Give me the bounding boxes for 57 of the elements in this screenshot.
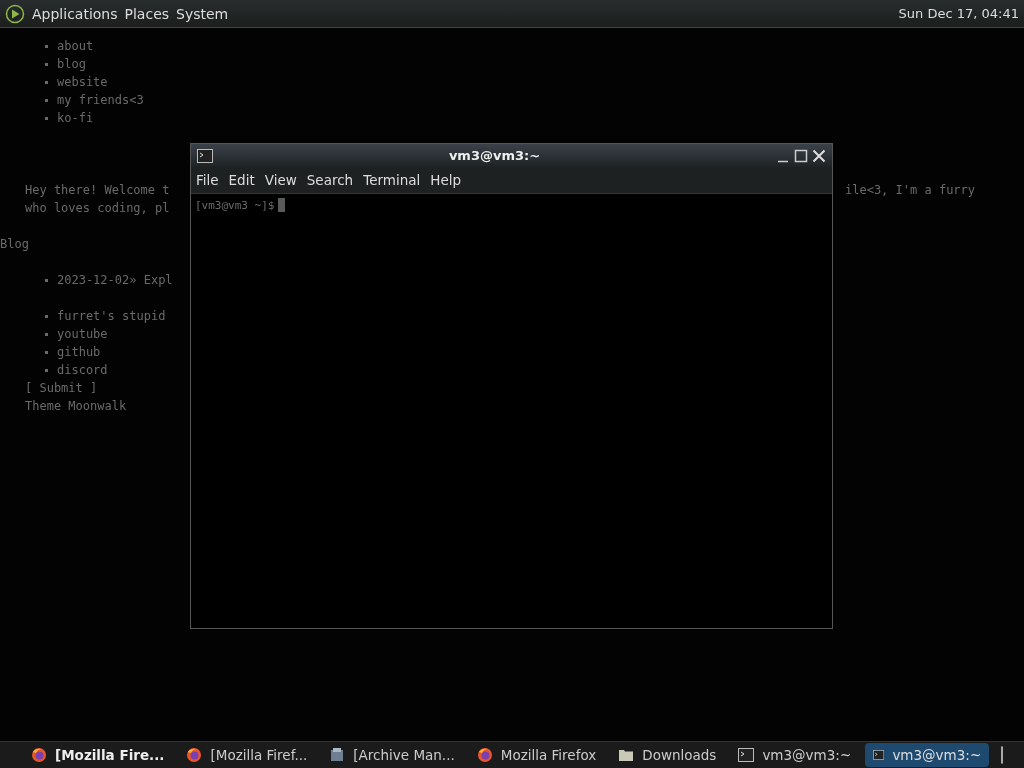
link-text[interactable]: discord bbox=[57, 361, 108, 379]
maximize-icon[interactable] bbox=[794, 148, 808, 163]
text-cursor bbox=[278, 198, 286, 212]
bullet-icon bbox=[45, 314, 48, 318]
post-title[interactable]: 2023-12-02» Expl bbox=[57, 271, 173, 289]
bullet-icon bbox=[45, 278, 48, 282]
section-heading: Blog bbox=[0, 236, 29, 253]
menu-item[interactable]: Help bbox=[430, 172, 462, 188]
link-text[interactable]: furret's stupid bbox=[57, 307, 166, 325]
taskbar-button[interactable]: vm3@vm3:~ bbox=[730, 743, 860, 767]
bullet-icon bbox=[45, 116, 48, 120]
menu-item[interactable]: Edit bbox=[228, 172, 255, 188]
link-text[interactable]: github bbox=[57, 343, 101, 361]
bullet-icon bbox=[45, 80, 48, 84]
globe-icon bbox=[31, 747, 47, 763]
folder-icon bbox=[618, 747, 635, 763]
close-icon[interactable] bbox=[812, 148, 826, 163]
terminal-icon bbox=[197, 148, 213, 163]
link-text[interactable]: website bbox=[57, 73, 108, 91]
bullet-icon bbox=[45, 350, 48, 354]
bullet-icon bbox=[45, 98, 48, 102]
link-text[interactable]: my friends<3 bbox=[57, 91, 144, 109]
taskbar-button[interactable]: [Mozilla Firef... bbox=[178, 743, 316, 767]
taskbar-button[interactable]: [Archive Man... bbox=[321, 743, 463, 767]
window-title: vm3@vm3:~ bbox=[447, 148, 542, 163]
play-logo-icon[interactable] bbox=[5, 3, 25, 24]
terminal-icon bbox=[738, 748, 755, 762]
bullet-icon bbox=[45, 62, 48, 66]
panel-menu[interactable]: Places bbox=[124, 5, 170, 22]
link-text[interactable]: ko-fi bbox=[57, 109, 94, 127]
menu-item[interactable]: Terminal bbox=[363, 172, 421, 188]
globe-icon bbox=[186, 747, 203, 763]
terminal-icon bbox=[873, 748, 885, 762]
clock[interactable]: Sun Dec 17, 04:41 bbox=[898, 6, 1019, 21]
menu-item[interactable]: Search bbox=[306, 172, 354, 188]
page-text: Hey there! Welcome t bbox=[25, 182, 170, 199]
taskbar-button[interactable]: Downloads bbox=[610, 743, 725, 767]
menu-item[interactable]: View bbox=[264, 172, 297, 188]
bullet-icon bbox=[45, 332, 48, 336]
bullet-icon bbox=[45, 368, 48, 372]
panel-menu[interactable]: Applications bbox=[32, 5, 118, 22]
panel-menu[interactable]: System bbox=[176, 5, 229, 22]
link-text[interactable]: about bbox=[57, 37, 94, 55]
taskbar-button[interactable]: Mozilla Firefox bbox=[468, 743, 605, 767]
cabinet-icon bbox=[329, 747, 346, 763]
link-text[interactable]: blog bbox=[57, 55, 86, 73]
bullet-icon bbox=[45, 44, 48, 48]
menu-item[interactable]: File bbox=[196, 172, 219, 188]
globe-icon bbox=[476, 747, 493, 763]
shell-prompt: [vm3@vm3 ~]$ bbox=[195, 198, 275, 212]
page-text: [ Submit ] bbox=[25, 380, 98, 397]
page-text: Theme Moonwalk bbox=[25, 398, 127, 415]
page-text: ile<3, I'm a furry bbox=[845, 182, 976, 199]
taskbar-button[interactable]: [Mozilla Fire... bbox=[23, 743, 173, 767]
link-text[interactable]: youtube bbox=[57, 325, 108, 343]
page-text: who loves coding, pl bbox=[25, 200, 170, 217]
taskbar-button[interactable]: vm3@vm3:~ bbox=[865, 743, 990, 767]
